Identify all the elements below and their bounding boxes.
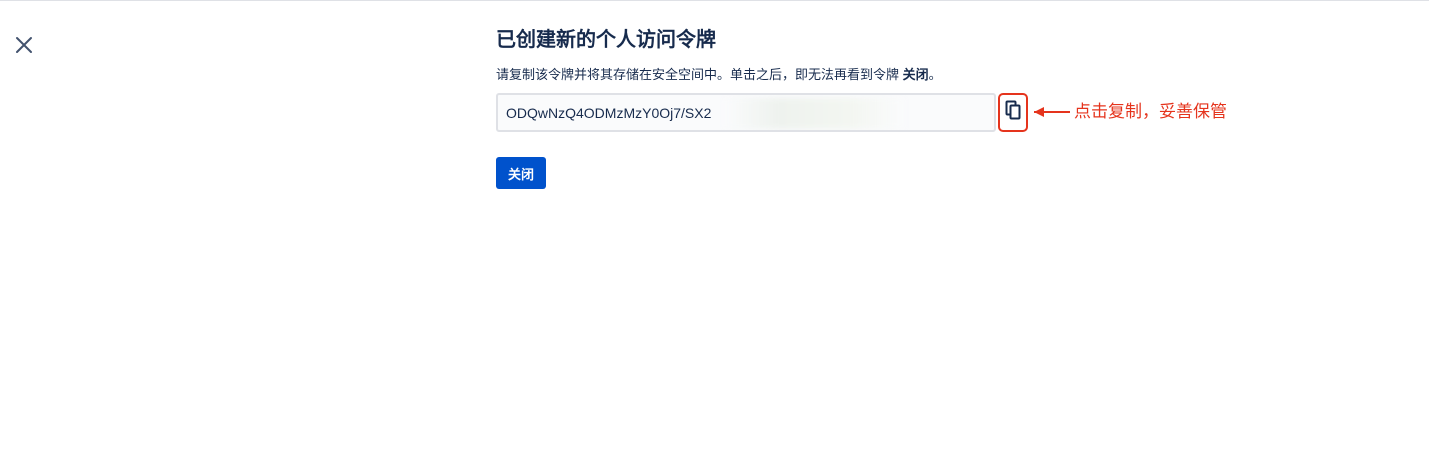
arrow-left-icon (1034, 107, 1070, 117)
description-end: 。 (928, 67, 942, 82)
copy-icon (1005, 100, 1021, 125)
token-field[interactable]: ODQwNzQ4ODMzMzY0Oj7/SX2 (496, 93, 996, 132)
dialog-description: 请复制该令牌并将其存储在安全空间中。单击之后，即无法再看到令牌 关闭。 (496, 66, 942, 84)
token-value: ODQwNzQ4ODMzMzY0Oj7/SX2 (506, 104, 712, 121)
dialog-title: 已创建新的个人访问令牌 (496, 29, 716, 51)
token-created-dialog: 已创建新的个人访问令牌 请复制该令牌并将其存储在安全空间中。单击之后，即无法再看… (496, 26, 1256, 189)
description-text: 请复制该令牌并将其存储在安全空间中。单击之后，即无法再看到令牌 (496, 67, 903, 82)
annotation-text: 点击复制，妥善保管 (1074, 102, 1227, 121)
copy-token-button[interactable] (998, 93, 1028, 132)
redacted-token-mask (724, 98, 904, 129)
top-divider (0, 0, 1429, 1)
close-button[interactable]: 关闭 (496, 157, 547, 189)
description-close-emphasis: 关闭 (902, 67, 929, 82)
close-icon[interactable] (12, 33, 36, 57)
token-row: ODQwNzQ4ODMzMzY0Oj7/SX2 点击复制，妥善保管 (496, 93, 1256, 132)
